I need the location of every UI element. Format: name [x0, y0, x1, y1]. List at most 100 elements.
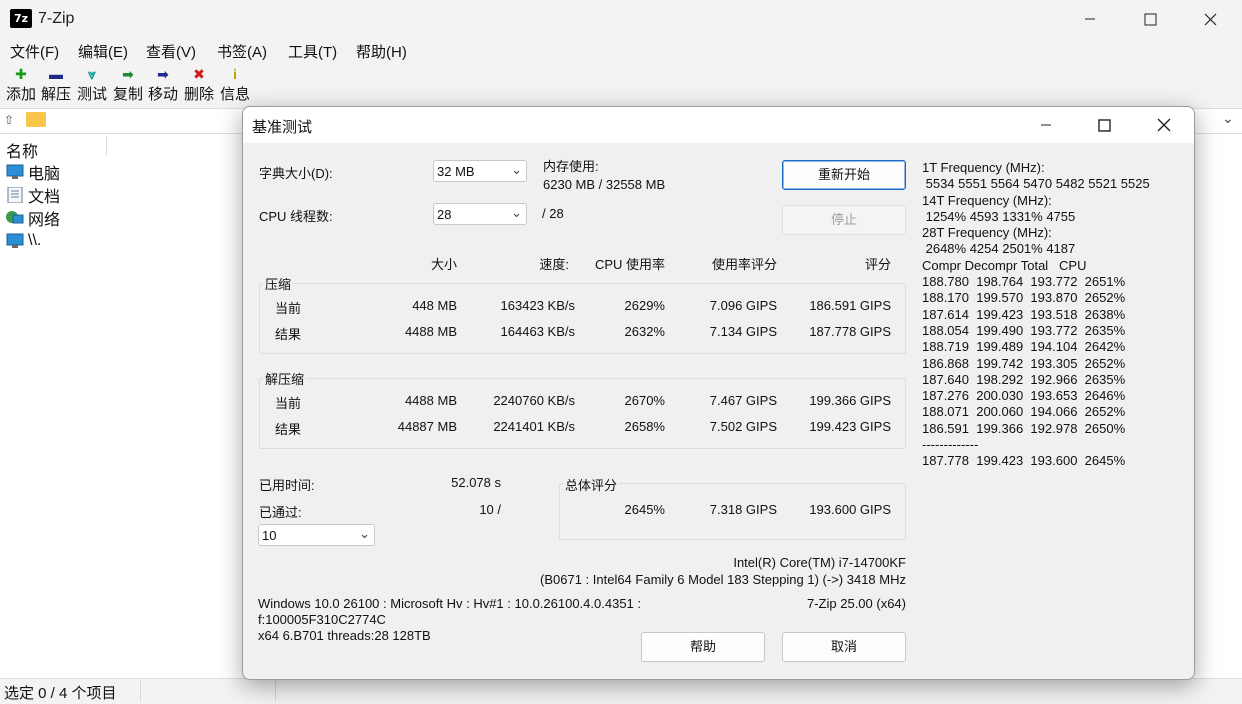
- move-arrow-icon: ➡: [157, 66, 169, 82]
- frequency-log-line: 14T Frequency (MHz):: [922, 192, 1052, 208]
- total-rating-per-usage: 7.318 GIPS: [709, 502, 777, 517]
- info-icon: i: [233, 66, 237, 82]
- header-cpu-usage: CPU 使用率: [594, 257, 665, 272]
- frequency-log-line: 188.170 199.570 193.870 2652%: [922, 290, 1126, 306]
- dictionary-size-label: 字典大小(D):: [259, 166, 333, 181]
- memory-usage-label: 内存使用:: [543, 159, 599, 174]
- toolbar-button-3[interactable]: ➡ 复制: [111, 64, 145, 108]
- compress-result-rating: 187.778 GIPS: [809, 324, 891, 339]
- compress-result-cpu: 2632%: [624, 324, 665, 339]
- maximize-icon: [1097, 118, 1111, 132]
- chevron-down-icon[interactable]: ⌄: [1222, 110, 1234, 127]
- status-text: 选定 0 / 4 个项目: [4, 685, 117, 702]
- maximize-button[interactable]: [1120, 0, 1180, 38]
- device-icon: [6, 233, 24, 248]
- status-divider: [140, 680, 141, 702]
- menu-tools[interactable]: 工具(T): [288, 41, 337, 62]
- total-rating: 193.600 GIPS: [809, 502, 891, 517]
- os-info-line2: f:100005F310C2774C: [258, 612, 386, 627]
- menu-edit[interactable]: 编辑(E): [78, 41, 128, 62]
- version-label: 7-Zip 25.00 (x64): [807, 596, 906, 611]
- list-item[interactable]: 网络: [6, 207, 60, 229]
- toolbar-button-5[interactable]: ✖ 删除: [182, 64, 216, 108]
- dictionary-size-select[interactable]: 32 MB ⌄: [433, 160, 527, 182]
- passes-select-value: 10: [262, 528, 277, 543]
- column-header-name[interactable]: 名称: [6, 138, 38, 162]
- toolbar-button-6[interactable]: i 信息: [218, 64, 252, 108]
- header-speed: 速度:: [539, 257, 569, 272]
- os-info-line3: x64 6.B701 threads:28 128TB: [258, 628, 431, 643]
- list-item-label: 电脑: [28, 166, 61, 183]
- chevron-down-icon: ⌄: [511, 205, 522, 220]
- minimize-icon: [1041, 124, 1051, 126]
- compress-current-label: 当前: [275, 301, 302, 316]
- close-button[interactable]: [1180, 0, 1240, 38]
- toolbar-button-1[interactable]: ▬ 解压: [39, 64, 73, 108]
- passes-value: 10 /: [479, 502, 501, 517]
- decompress-result-rating: 199.423 GIPS: [809, 419, 891, 434]
- frequency-log-line: Compr Decompr Total CPU: [922, 257, 1087, 273]
- list-item[interactable]: 文档: [6, 184, 60, 206]
- list-item-label: 文档: [28, 189, 61, 206]
- header-size: 大小: [430, 257, 457, 272]
- stop-button[interactable]: 停止: [782, 205, 906, 235]
- frequency-log-line: 28T Frequency (MHz):: [922, 225, 1052, 241]
- compress-result-rating-per-usage: 7.134 GIPS: [709, 324, 777, 339]
- up-folder-icon[interactable]: ⇧: [4, 113, 14, 127]
- decompress-title: 解压缩: [263, 369, 307, 388]
- frequency-log-line: 187.778 199.423 193.600 2645%: [922, 453, 1126, 469]
- menu-help[interactable]: 帮助(H): [356, 41, 407, 62]
- decompress-result-speed: 2241401 KB/s: [493, 419, 575, 434]
- menu-bar: 文件(F) 编辑(E) 查看(V) 书签(A) 工具(T) 帮助(H): [0, 38, 1242, 64]
- decompress-result-rating-per-usage: 7.502 GIPS: [709, 419, 777, 434]
- cpu-threads-value: 28: [437, 207, 452, 222]
- list-item[interactable]: 电脑: [6, 161, 60, 183]
- dialog-close-button[interactable]: [1135, 107, 1193, 143]
- list-item-label: 网络: [28, 212, 61, 229]
- frequency-log: 1T Frequency (MHz): 5534 5551 5564 5470 …: [922, 160, 1184, 470]
- toolbar-button-label: 删除: [183, 86, 214, 103]
- computer-icon: [6, 164, 24, 179]
- frequency-log-line: 187.276 200.030 193.653 2646%: [922, 388, 1126, 404]
- toolbar-button-4[interactable]: ➡ 移动: [146, 64, 180, 108]
- network-icon: [6, 211, 24, 224]
- restart-button[interactable]: 重新开始: [782, 160, 906, 190]
- status-bar: [0, 678, 1242, 704]
- frequency-log-line: 188.071 200.060 194.066 2652%: [922, 404, 1126, 420]
- cpu-threads-select[interactable]: 28 ⌄: [433, 203, 527, 225]
- minimize-button[interactable]: [1060, 0, 1120, 38]
- compress-current-size: 448 MB: [412, 298, 457, 313]
- help-button[interactable]: 帮助: [641, 632, 765, 662]
- list-item[interactable]: \\.: [6, 230, 41, 252]
- cancel-button[interactable]: 取消: [782, 632, 906, 662]
- chevron-down-icon: ⌄: [359, 526, 370, 541]
- compress-current-rating: 186.591 GIPS: [809, 298, 891, 313]
- compress-current-rating-per-usage: 7.096 GIPS: [709, 298, 777, 313]
- frequency-log-line: 1254% 4593 1331% 4755: [922, 208, 1076, 224]
- dialog-minimize-button[interactable]: [1017, 107, 1075, 143]
- benchmark-dialog: 基准测试 字典大小(D): 32 MB ⌄ CPU 线程数: 28 ⌄ / 28…: [242, 106, 1195, 680]
- menu-bookmarks[interactable]: 书签(A): [217, 41, 267, 62]
- list-item-label: \\.: [28, 232, 42, 249]
- decompress-result-cpu: 2658%: [624, 419, 665, 434]
- document-icon: [7, 187, 23, 203]
- decompress-current-cpu: 2670%: [624, 393, 665, 408]
- toolbar-button-label: 测试: [76, 86, 107, 103]
- column-divider[interactable]: [106, 136, 107, 156]
- dialog-title: 基准测试: [252, 119, 313, 136]
- dialog-maximize-button[interactable]: [1075, 107, 1133, 143]
- check-down-icon: ⩔: [88, 66, 96, 82]
- toolbar-button-2[interactable]: ⩔ 测试: [75, 64, 109, 108]
- cpu-detail: (B0671 : Intel64 Family 6 Model 183 Step…: [540, 572, 906, 587]
- decompress-current-rating: 199.366 GIPS: [809, 393, 891, 408]
- frequency-log-line: 5534 5551 5564 5470 5482 5521 5525: [922, 176, 1150, 192]
- compress-result-speed: 164463 KB/s: [500, 324, 575, 339]
- passes-label: 已通过:: [259, 505, 302, 520]
- decompress-current-speed: 2240760 KB/s: [493, 393, 575, 408]
- toolbar-button-0[interactable]: ✚ 添加: [4, 64, 38, 108]
- elapsed-time-label: 已用时间:: [259, 478, 315, 493]
- passes-select[interactable]: 10 ⌄: [258, 524, 375, 546]
- plus-icon: ✚: [15, 66, 27, 82]
- menu-view[interactable]: 查看(V): [146, 41, 196, 62]
- menu-file[interactable]: 文件(F): [10, 41, 59, 62]
